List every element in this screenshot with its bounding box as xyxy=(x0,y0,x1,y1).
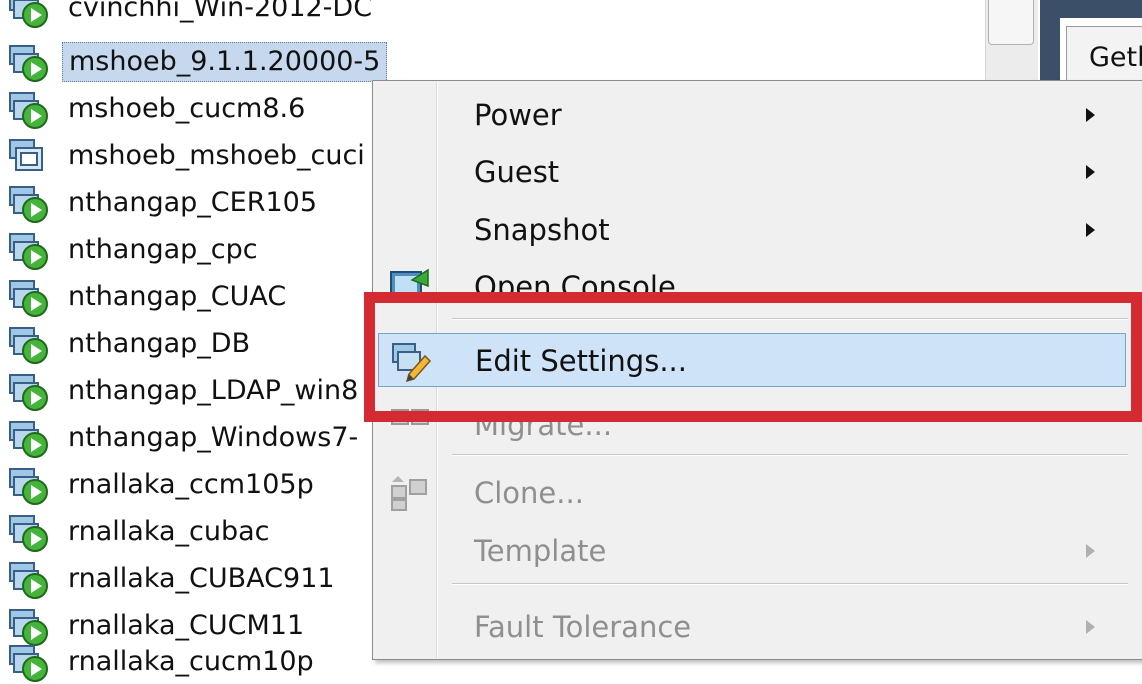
vm-list-item[interactable]: nthangap_CUAC xyxy=(8,275,292,319)
submenu-arrow-icon xyxy=(1086,544,1095,558)
submenu-arrow-icon xyxy=(1086,165,1095,179)
submenu-arrow-icon xyxy=(1086,620,1095,634)
menu-item-clone[interactable]: Clone... xyxy=(374,466,1140,520)
vm-powered-on-icon xyxy=(8,418,48,458)
vm-name: mshoeb_cucm8.6 xyxy=(68,93,306,124)
menu-item-label: Clone... xyxy=(474,476,584,510)
menu-item-label: Fault Tolerance xyxy=(474,610,692,644)
menu-item-power[interactable]: Power xyxy=(374,88,1140,142)
menu-separator xyxy=(452,318,1128,320)
vm-powered-on-icon xyxy=(8,642,48,682)
vm-powered-on-icon xyxy=(8,465,48,505)
menu-item-snapshot[interactable]: Snapshot xyxy=(374,203,1140,257)
vm-powered-on-icon xyxy=(8,0,48,28)
getting-started-tab[interactable]: Getl xyxy=(1066,26,1142,88)
vm-list-item[interactable]: mshoeb_mshoeb_cuci xyxy=(8,134,371,178)
vm-list-item[interactable]: nthangap_LDAP_win8 xyxy=(8,369,364,413)
vm-name: rnallaka_cubac xyxy=(68,516,270,547)
scrollbar-thumb[interactable] xyxy=(988,0,1034,45)
menu-item-label: Migrate... xyxy=(474,408,613,442)
vm-name: nthangap_LDAP_win8 xyxy=(68,375,359,406)
menu-separator xyxy=(452,454,1128,456)
vm-powered-on-icon xyxy=(8,42,48,82)
menu-item-fault-tolerance[interactable]: Fault Tolerance xyxy=(374,600,1140,654)
menu-item-label: Edit Settings... xyxy=(475,344,687,378)
vm-template-icon xyxy=(8,136,48,176)
vm-list-item[interactable]: mshoeb_cucm8.6 xyxy=(8,87,311,131)
vm-powered-on-icon xyxy=(8,277,48,317)
vm-powered-on-icon xyxy=(8,559,48,599)
vm-list-item[interactable]: nthangap_Windows7- xyxy=(8,416,364,460)
vm-name: rnallaka_cucm10p xyxy=(68,646,314,677)
menu-item-edit-settings[interactable]: Edit Settings... xyxy=(378,333,1126,387)
vm-list-item[interactable]: rnallaka_cucm10p xyxy=(8,640,320,684)
menu-item-label: Open Console xyxy=(474,270,676,304)
vm-name: nthangap_DB xyxy=(68,328,251,359)
vm-list-item-selected[interactable]: mshoeb_9.1.1.20000-5 xyxy=(8,40,388,84)
vm-list-item[interactable]: nthangap_cpc xyxy=(8,228,264,272)
clone-icon xyxy=(391,476,427,511)
vm-powered-on-icon xyxy=(8,371,48,411)
menu-item-label: Guest xyxy=(474,155,560,189)
vm-powered-on-icon xyxy=(8,512,48,552)
menu-item-guest[interactable]: Guest xyxy=(374,145,1140,199)
vm-powered-on-icon xyxy=(8,324,48,364)
vm-name: mshoeb_9.1.1.20000-5 xyxy=(62,42,388,82)
migrate-icon xyxy=(391,409,429,425)
vm-list-item[interactable]: rnallaka_CUBAC911 xyxy=(8,557,341,601)
vm-name: cvinchhi_Win-2012-DC xyxy=(68,0,373,23)
vm-list-item[interactable]: cvinchhi_Win-2012-DC xyxy=(8,0,378,30)
vm-list-item[interactable]: nthangap_CER105 xyxy=(8,181,323,225)
menu-item-label: Template xyxy=(474,534,607,568)
menu-item-template[interactable]: Template xyxy=(374,524,1140,578)
vm-list-item[interactable]: rnallaka_cubac xyxy=(8,510,276,554)
vm-powered-on-icon xyxy=(8,183,48,223)
vm-powered-on-icon xyxy=(8,89,48,129)
vm-powered-on-icon xyxy=(8,230,48,270)
submenu-arrow-icon xyxy=(1086,223,1095,237)
menu-item-label: Snapshot xyxy=(474,213,610,247)
menu-item-label: Power xyxy=(474,98,562,132)
menu-item-open-console[interactable]: Open Console xyxy=(374,260,1140,314)
vm-name: nthangap_CUAC xyxy=(68,281,287,312)
edit-settings-icon xyxy=(392,343,432,382)
menu-item-migrate[interactable]: Migrate... xyxy=(374,398,1140,452)
vm-name: rnallaka_CUBAC911 xyxy=(68,563,335,594)
submenu-arrow-icon xyxy=(1086,108,1095,122)
menu-separator xyxy=(452,583,1128,585)
open-console-icon xyxy=(390,268,429,300)
vm-list-item[interactable]: nthangap_DB xyxy=(8,322,256,366)
vm-name: nthangap_CER105 xyxy=(68,187,317,218)
vm-list-item[interactable]: rnallaka_ccm105p xyxy=(8,463,320,507)
vm-name: nthangap_cpc xyxy=(68,234,258,265)
vm-name: nthangap_Windows7- xyxy=(68,422,359,453)
vm-name: mshoeb_mshoeb_cuci xyxy=(68,140,365,171)
vm-name: rnallaka_ccm105p xyxy=(68,469,314,500)
